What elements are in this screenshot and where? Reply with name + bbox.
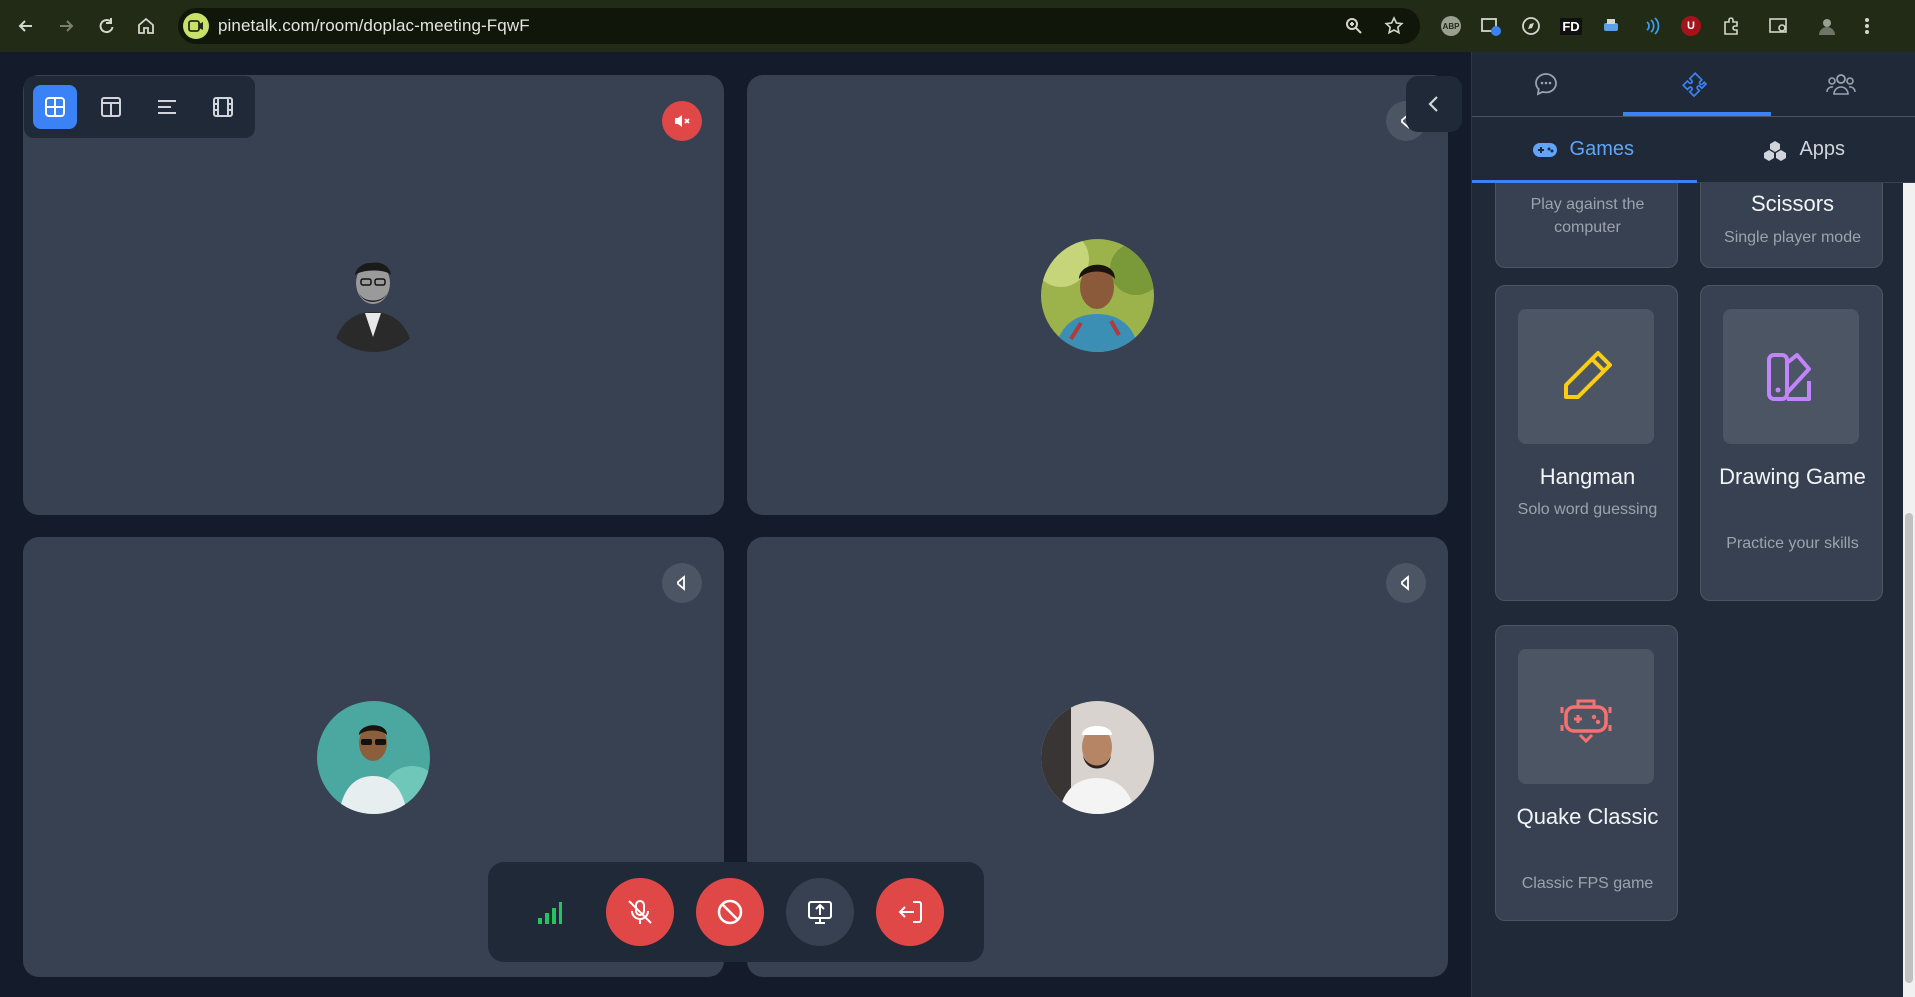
camera-off-button[interactable] [696,878,764,946]
game-thumb [1723,309,1859,444]
puzzle-icon[interactable] [1716,10,1746,42]
split-layout-button[interactable] [89,85,133,129]
game-card-quake[interactable]: Quake Classic Classic FPS game [1495,625,1678,921]
games-grid: Play against the computer Scissors Singl… [1472,183,1902,997]
participant-avatar [1041,239,1154,352]
collapse-sidebar-button[interactable] [1406,76,1462,132]
address-bar[interactable]: pinetalk.com/room/doplac-meeting-FqwF [178,8,1420,44]
participant-tile[interactable] [23,75,724,515]
signal-strength-icon [530,878,570,946]
game-title: Scissors [1750,191,1835,216]
bookmark-star-icon[interactable] [1382,14,1406,38]
side-panel-tabs [1472,52,1915,117]
ublock-label: U [1681,16,1701,36]
mic-off-icon [628,900,652,924]
volume-button[interactable] [1386,563,1426,603]
list-layout-button[interactable] [145,85,189,129]
adblock-label: ABP [1441,16,1461,36]
url-text: pinetalk.com/room/doplac-meeting-FqwF [218,16,530,35]
chevron-left-icon [1428,96,1438,112]
fd-extension-icon[interactable]: FD [1556,10,1586,42]
screen-share-button[interactable] [786,878,854,946]
home-icon[interactable] [126,6,166,46]
tab-activities[interactable] [1620,52,1768,116]
adblock-icon[interactable]: ABP [1436,10,1466,42]
cubes-icon [1764,140,1787,161]
grid-layout-button[interactable] [33,85,77,129]
leave-call-button[interactable] [876,878,944,946]
games-scrollbar[interactable] [1903,183,1915,997]
split-layout-icon [101,97,121,117]
forward-icon[interactable] [46,6,86,46]
game-thumb [1518,309,1654,444]
video-stage [0,52,1471,997]
game-title: Drawing Game [1719,464,1866,489]
game-title: Hangman [1539,464,1636,489]
tab-search-icon[interactable] [1764,10,1794,42]
screen-share-icon [808,901,832,924]
tab-manager-icon[interactable] [1476,10,1506,42]
volume-muted-button[interactable] [662,101,702,141]
category-tabs: Games Apps [1472,117,1915,183]
tab-chat[interactable] [1472,52,1620,116]
participant-avatar [317,701,430,814]
compass-icon[interactable] [1516,10,1546,42]
gamepad-icon [1532,142,1557,157]
browser-toolbar: pinetalk.com/room/doplac-meeting-FqwF AB… [0,0,1915,52]
site-favicon-icon [183,13,209,39]
pencil-icon [1564,350,1612,399]
chat-icon [1534,73,1557,96]
fd-label: FD [1560,17,1582,35]
list-layout-icon [158,100,176,114]
participant-avatar [1041,701,1154,814]
game-title: Quake Classic [1516,804,1659,829]
participant-avatar [317,239,430,352]
reload-icon[interactable] [86,6,126,46]
game-desc: Practice your skills [1726,535,1859,552]
game-desc: Classic FPS game [1521,875,1654,892]
layout-switcher [24,76,255,138]
volume-button[interactable] [662,563,702,603]
game-desc: Play against the computer [1530,196,1645,236]
participant-tile[interactable] [747,75,1448,515]
camera-off-icon [717,899,743,925]
ublock-icon[interactable]: U [1676,10,1706,42]
participants-icon [1826,74,1856,95]
swatch-icon [1767,352,1811,401]
grid-layout-icon [45,97,65,117]
game-card-drawing[interactable]: Drawing Game Practice your skills [1700,285,1883,601]
profile-avatar-icon[interactable] [1812,10,1842,42]
back-icon[interactable] [6,6,46,46]
game-desc: Solo word guessing [1517,501,1658,518]
scroll-thumb[interactable] [1905,513,1913,983]
call-controls [488,862,984,962]
printer-icon[interactable] [1596,10,1626,42]
game-card-hangman[interactable]: Hangman Solo word guessing [1495,285,1678,601]
tab-games-label: Games [1569,138,1634,160]
puzzle-icon [1681,72,1707,98]
leave-icon [898,901,922,923]
side-panel: Games Apps Play against the computer Sci… [1471,52,1915,997]
tab-apps-label: Apps [1799,138,1846,160]
game-thumb [1518,649,1654,784]
zoom-icon[interactable] [1342,14,1366,38]
signal-icon[interactable] [1636,10,1666,42]
extensions-bar: ABP FD U [1436,10,1882,42]
active-tab-indicator [1623,112,1771,116]
game-controller-icon [1560,699,1612,743]
browser-menu-icon[interactable] [1852,10,1882,42]
game-card[interactable]: Play against the computer [1495,183,1678,268]
tab-apps[interactable]: Apps [1694,117,1915,182]
filmstrip-layout-button[interactable] [201,85,245,129]
game-desc: Single player mode [1724,229,1861,246]
mute-mic-button[interactable] [606,878,674,946]
game-card[interactable]: Scissors Single player mode [1700,183,1883,268]
tab-games[interactable]: Games [1472,117,1694,182]
tab-participants[interactable] [1767,52,1915,116]
filmstrip-layout-icon [213,97,233,117]
